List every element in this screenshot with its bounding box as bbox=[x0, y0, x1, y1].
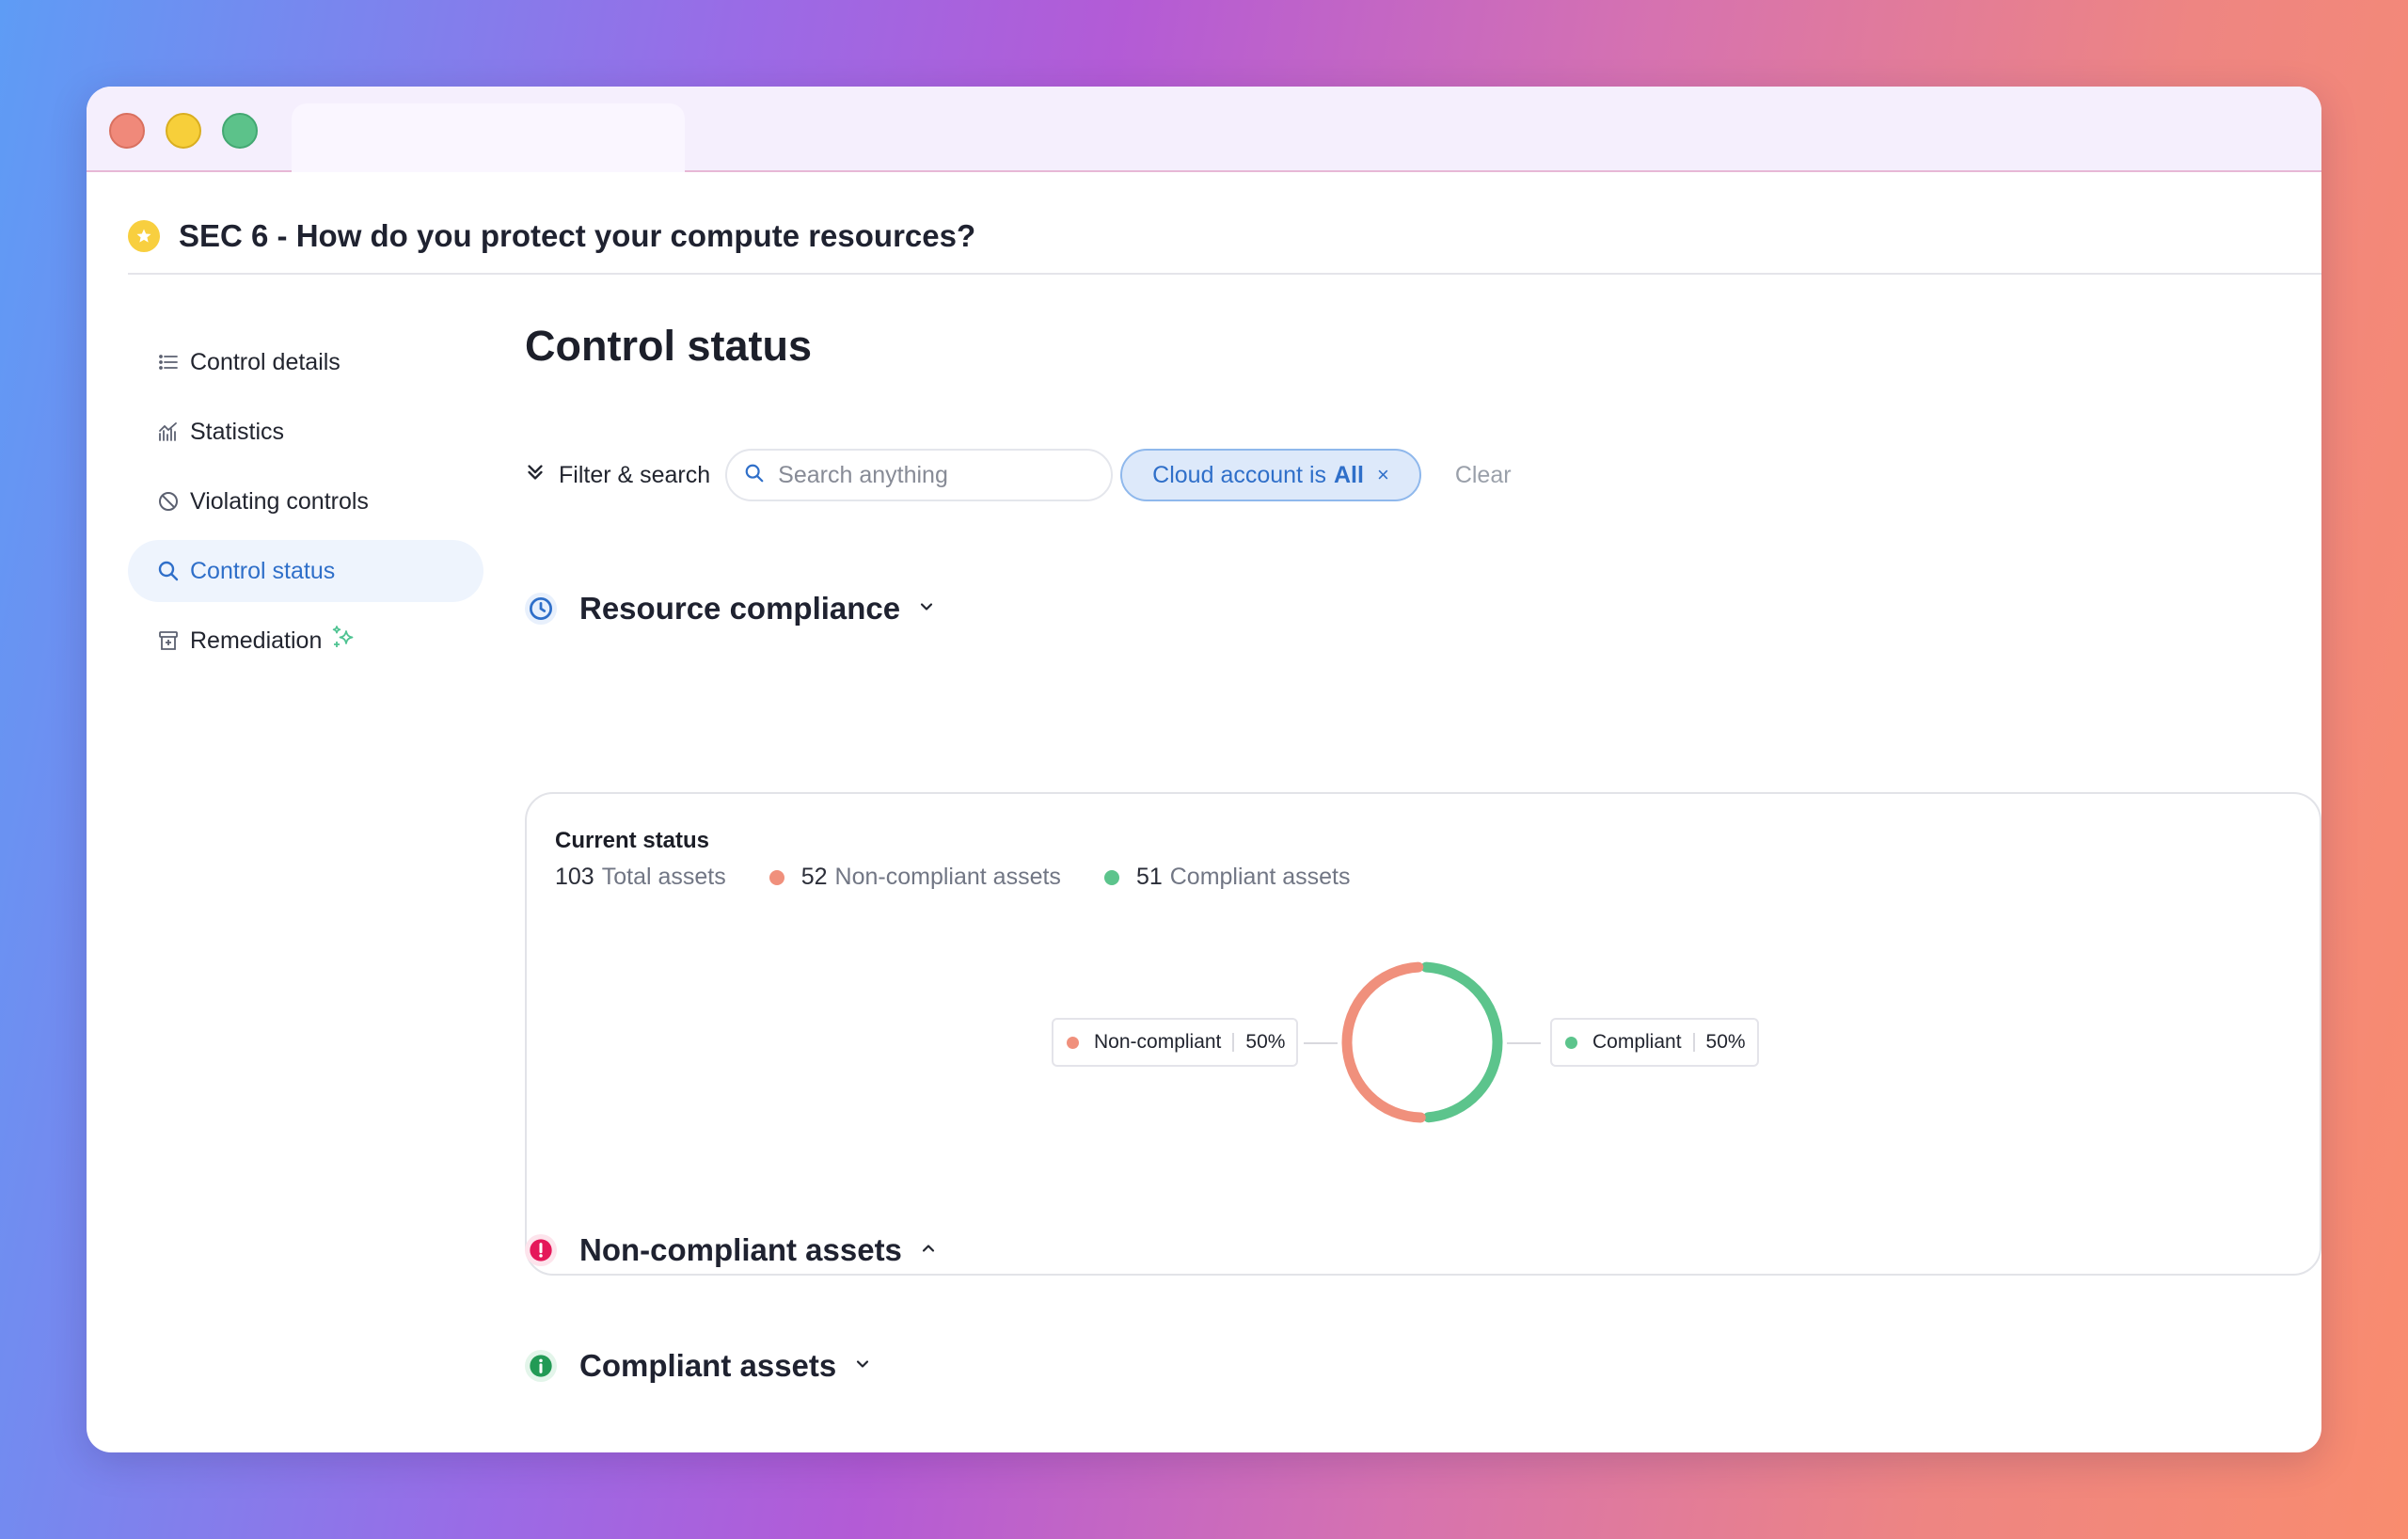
divider bbox=[1692, 1033, 1695, 1052]
maximize-window-button[interactable] bbox=[222, 113, 258, 149]
search-input[interactable] bbox=[778, 461, 1080, 489]
filter-bar: Filter & search Cloud account is All × C… bbox=[525, 448, 1512, 502]
page-title: SEC 6 - How do you protect your compute … bbox=[179, 218, 976, 253]
divider bbox=[1232, 1033, 1235, 1052]
noncompliant-dot bbox=[1067, 1036, 1079, 1049]
minimize-window-button[interactable] bbox=[166, 113, 201, 149]
noncompliant-assets-header[interactable]: Non-compliant assets bbox=[525, 1227, 938, 1274]
resource-compliance-title: Resource compliance bbox=[579, 591, 901, 626]
legend-percent: 50% bbox=[1705, 1031, 1746, 1053]
section-title: Control status bbox=[525, 322, 813, 370]
legend-compliant[interactable]: Compliant 50% bbox=[1550, 1018, 1759, 1067]
sidebar-item-label: Control details bbox=[190, 348, 341, 375]
compliant-assets-header[interactable]: Compliant assets bbox=[525, 1342, 872, 1389]
donut-slice-compliant[interactable] bbox=[1420, 961, 1503, 1123]
main-content: Control status Filter & search Cloud acc… bbox=[525, 312, 2321, 1383]
clock-icon bbox=[525, 593, 557, 625]
sidebar-item-remediation[interactable]: Remediation bbox=[128, 610, 483, 672]
compliant-assets-title: Compliant assets bbox=[579, 1348, 837, 1383]
legend-noncompliant[interactable]: Non-compliant 50% bbox=[1052, 1018, 1299, 1067]
donut-slice-noncompliant[interactable] bbox=[1341, 961, 1426, 1123]
double-chevron-down-icon bbox=[525, 462, 546, 489]
chip-label: Cloud account is bbox=[1152, 461, 1326, 488]
title-bar bbox=[87, 87, 2321, 172]
chart-icon bbox=[156, 420, 181, 444]
compliance-donut-chart bbox=[1341, 961, 1503, 1123]
app-window: SEC 6 - How do you protect your compute … bbox=[87, 87, 2321, 1452]
chevron-down-icon[interactable] bbox=[917, 597, 936, 621]
clear-filters-button[interactable]: Clear bbox=[1455, 462, 1512, 489]
cloud-account-filter-chip[interactable]: Cloud account is All × bbox=[1120, 449, 1421, 501]
ban-icon bbox=[156, 489, 181, 514]
sidebar-item-control-status[interactable]: Control status bbox=[128, 540, 483, 602]
browser-tab[interactable] bbox=[292, 103, 685, 172]
chevron-up-icon[interactable] bbox=[919, 1239, 938, 1262]
compliant-dot bbox=[1565, 1036, 1577, 1049]
resource-compliance-header[interactable]: Resource compliance bbox=[525, 585, 936, 632]
filter-search-label: Filter & search bbox=[559, 461, 711, 488]
info-icon bbox=[525, 1350, 557, 1382]
legend-percent: 50% bbox=[1245, 1031, 1286, 1053]
close-icon[interactable]: × bbox=[1377, 463, 1389, 487]
sidebar: Control details Statistics Violating con… bbox=[128, 331, 483, 679]
sparkle-icon bbox=[329, 624, 357, 658]
list-icon bbox=[156, 350, 181, 374]
archive-icon bbox=[156, 628, 181, 653]
filter-search-button[interactable]: Filter & search bbox=[525, 462, 710, 489]
alert-icon bbox=[525, 1234, 557, 1266]
page-header: SEC 6 - How do you protect your compute … bbox=[128, 199, 2321, 275]
sidebar-item-label: Remediation bbox=[190, 627, 323, 654]
sidebar-item-label: Violating controls bbox=[190, 487, 369, 515]
chip-value: All bbox=[1334, 461, 1364, 488]
noncompliant-assets-title: Non-compliant assets bbox=[579, 1232, 902, 1267]
star-badge-icon bbox=[128, 220, 160, 252]
sidebar-item-label: Statistics bbox=[190, 418, 285, 445]
sidebar-item-statistics[interactable]: Statistics bbox=[128, 401, 483, 463]
close-window-button[interactable] bbox=[109, 113, 145, 149]
legend-label: Compliant bbox=[1592, 1031, 1682, 1053]
search-box[interactable] bbox=[725, 449, 1114, 501]
search-icon bbox=[156, 559, 181, 583]
sidebar-item-violating-controls[interactable]: Violating controls bbox=[128, 470, 483, 532]
legend-label: Non-compliant bbox=[1094, 1031, 1222, 1053]
current-status-card: Current status 103 Total assets 52 Non-c… bbox=[525, 792, 2321, 1276]
search-icon bbox=[744, 463, 765, 488]
chevron-down-icon[interactable] bbox=[853, 1355, 872, 1378]
sidebar-item-label: Control status bbox=[190, 557, 336, 584]
sidebar-item-control-details[interactable]: Control details bbox=[128, 331, 483, 393]
